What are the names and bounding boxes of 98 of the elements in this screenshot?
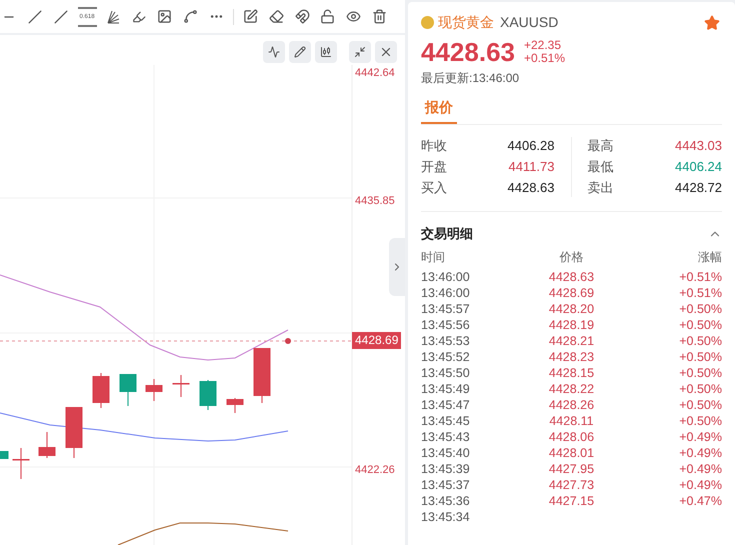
table-cell-text: 13:45:53 [421, 332, 471, 348]
table-cell-text: +0.51% [678, 268, 722, 284]
table-cell-text: +0.49% [678, 460, 722, 476]
table-cell-text: 4427.73 [548, 476, 596, 492]
price-axis-label: 4422.26 [355, 463, 395, 478]
table-cell-text: 4428.15 [548, 364, 596, 380]
close-button[interactable] [375, 41, 397, 63]
table-cell-text: 4428.63 [548, 268, 596, 284]
table-cell-text: 4428.26 [548, 396, 596, 412]
favorite-star-icon[interactable] [704, 14, 720, 30]
close-icon [379, 45, 393, 59]
table-cell-text: 4428.21 [548, 332, 596, 348]
price-change-percent: +0.51% [524, 52, 566, 65]
column-header: 时间 [421, 248, 446, 266]
pencil-icon [294, 46, 306, 58]
candlestick [172, 374, 190, 398]
price-axis-label: 4442.64 [355, 66, 395, 81]
candlestick [92, 372, 110, 408]
table-cell-text: 13:45:57 [421, 300, 471, 316]
column-header: 涨幅 [697, 248, 722, 266]
table-cell-text: 13:45:43 [421, 428, 471, 444]
price-dot-icon [285, 338, 291, 344]
table-cell-text: 4428.11 [548, 412, 595, 428]
stat-value: 4428.72 [675, 179, 722, 197]
table-cell-text: 4427.95 [548, 460, 596, 476]
table-cell-text: 4428.06 [548, 428, 596, 444]
instrument-name: 现货黄金 [438, 13, 494, 32]
table-cell-text: +0.47% [678, 492, 722, 508]
table-cell-text: 13:46:00 [421, 268, 471, 284]
table-cell-text: 4428.01 [548, 444, 596, 460]
stat-value: 4406.28 [508, 137, 554, 155]
table-cell-text: 13:45:40 [421, 444, 471, 460]
table-cell-text: +0.51% [678, 284, 722, 300]
table-cell-text: 4428.23 [548, 348, 596, 364]
magnet-icon[interactable] [292, 6, 312, 26]
stat-label: 卖出 [588, 179, 614, 197]
table-cell-text: 4427.15 [548, 492, 596, 508]
candlestick [0, 450, 8, 460]
coin-icon [421, 16, 434, 29]
table-cell-text: 13:45:34 [421, 508, 471, 524]
stat-label: 开盘 [421, 158, 447, 176]
table-cell-text: +0.50% [678, 316, 722, 332]
stat-label: 最低 [588, 158, 614, 176]
last-price: 4428.63 [421, 37, 515, 67]
stat-label: 最高 [588, 137, 614, 155]
candlestick [200, 380, 216, 410]
table-cell-text: 4428.69 [548, 284, 596, 300]
candlestick [38, 432, 56, 458]
instrument-symbol: XAUUSD [500, 13, 558, 32]
candlestick [146, 378, 162, 402]
candlestick [120, 374, 136, 406]
table-cell-text: 13:45:39 [421, 460, 471, 476]
table-cell-text: +0.49% [678, 444, 722, 460]
stat-label: 买入 [421, 179, 447, 197]
collapse-handle[interactable] [389, 238, 405, 296]
table-cell-text: 13:45:56 [421, 316, 471, 332]
candlestick-button[interactable] [315, 41, 337, 63]
table-cell-text: 13:45:45 [421, 412, 471, 428]
candlestick [12, 448, 30, 480]
stat-value: 4443.03 [675, 137, 722, 155]
table-cell-text: 13:45:52 [421, 348, 471, 364]
column-header: 价格 [558, 248, 584, 266]
table-cell-text: 13:45:47 [421, 396, 471, 412]
stat-value: 4428.63 [508, 179, 554, 197]
table-cell-text: +0.50% [678, 332, 722, 348]
table-cell-text: 4428.20 [548, 300, 596, 316]
price-axis-label: 4435.85 [355, 194, 395, 209]
table-cell-text: +0.50% [678, 412, 722, 428]
stat-value: 4406.24 [675, 158, 722, 176]
table-cell-text: +0.50% [678, 300, 722, 316]
minimize-icon [354, 46, 366, 58]
section-title: 交易明细 [421, 225, 473, 243]
table-cell-text: 13:45:36 [421, 492, 471, 508]
stat-value: 4411.73 [508, 158, 554, 176]
indicator-button[interactable] [263, 41, 285, 63]
table-cell-text: +0.50% [678, 364, 722, 380]
current-price-label: 4428.69 [352, 332, 402, 349]
candlestick-icon [320, 46, 332, 58]
draw-button[interactable] [289, 41, 311, 63]
price-change: +22.35 [524, 39, 562, 52]
table-cell-text: +0.49% [678, 476, 722, 492]
table-cell-text: +0.50% [678, 348, 722, 364]
stat-label: 昨收 [421, 137, 447, 155]
table-cell-text: 13:45:50 [421, 364, 471, 380]
table-cell-text: 4428.19 [548, 316, 596, 332]
table-cell-text: 4428.22 [548, 380, 596, 396]
candlestick [226, 398, 244, 414]
candlestick [66, 406, 82, 458]
table-cell-text: +0.49% [678, 428, 722, 444]
table-cell-text: 13:45:37 [421, 476, 471, 492]
pulse-line-icon [268, 46, 280, 58]
table-cell-text: +0.50% [678, 380, 722, 396]
last-updated: 最后更新:13:46:00 [421, 70, 520, 87]
table-cell-text: 13:46:00 [421, 284, 471, 300]
table-cell-text: 13:45:49 [421, 380, 471, 396]
minimize-button[interactable] [349, 41, 371, 63]
table-cell-text: +0.50% [678, 396, 722, 412]
candlestick [254, 348, 270, 404]
